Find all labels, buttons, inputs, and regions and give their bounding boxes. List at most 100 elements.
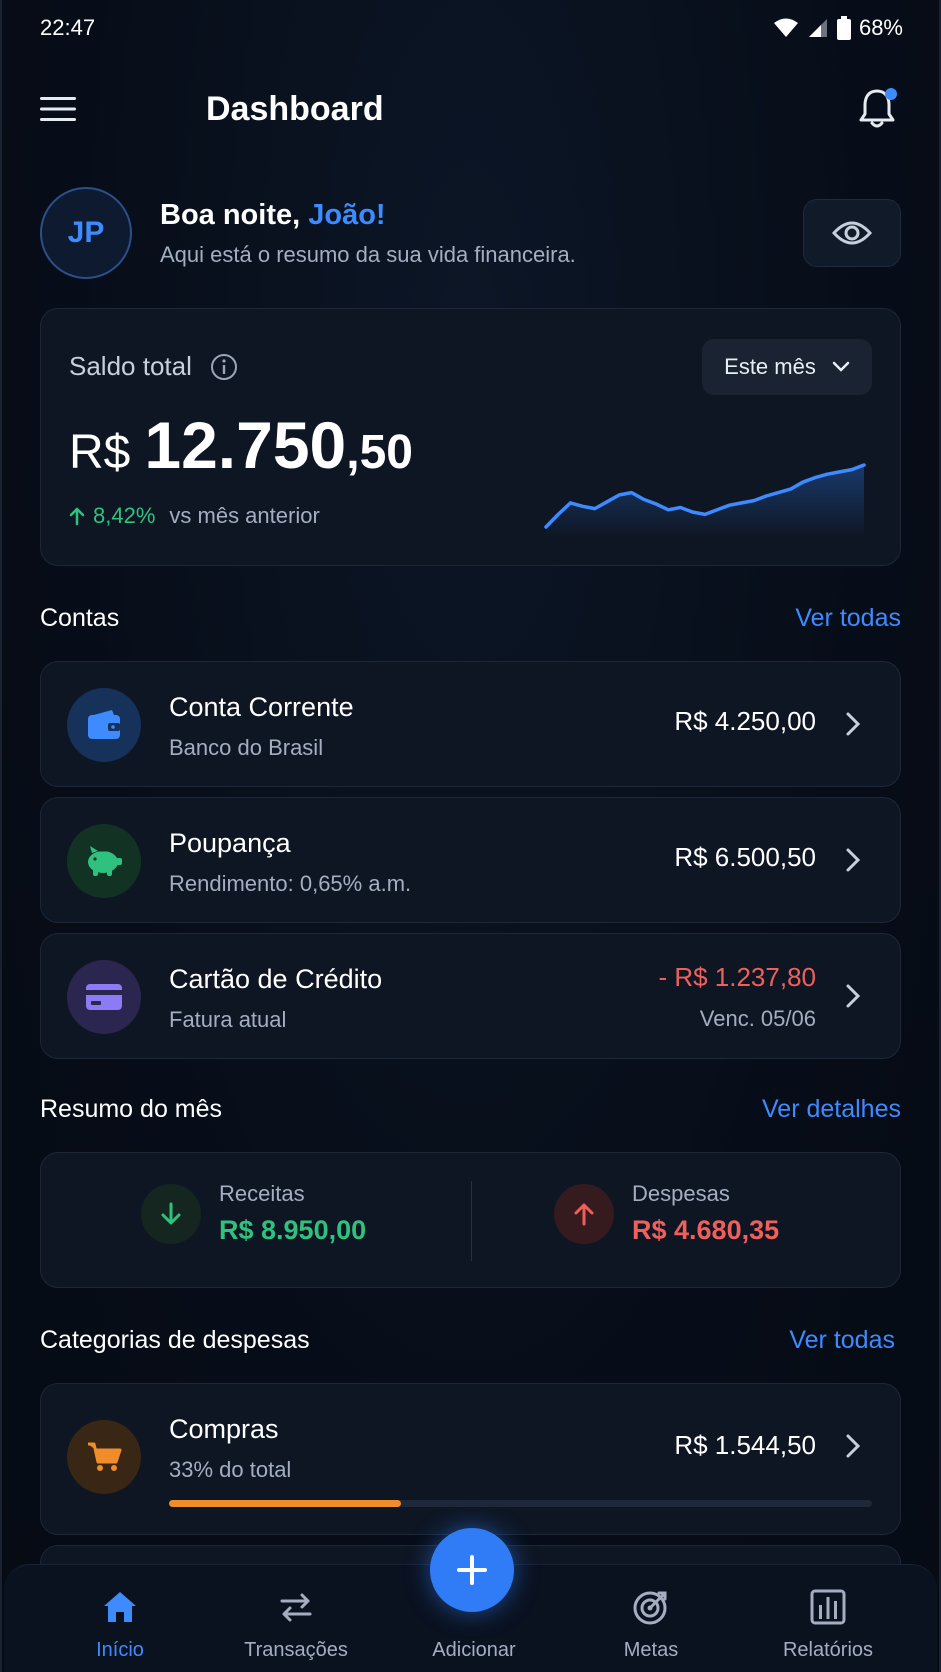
category-share: 33% do total [169, 1457, 292, 1482]
balance-currency: R$ [69, 426, 131, 479]
expense-text: Despesas R$ 4.680,35 [632, 1181, 779, 1246]
battery-icon [836, 16, 851, 40]
page-title: Dashboard [206, 89, 384, 128]
toggle-visibility-button[interactable] [803, 199, 901, 267]
summary-header: Resumo do mês Ver detalhes [40, 1095, 901, 1124]
account-name: Conta Corrente [169, 692, 354, 722]
category-value: R$ 1.544,50 [674, 1430, 816, 1460]
nav-item-home[interactable]: Início [40, 1587, 200, 1662]
wallet-icon [67, 688, 141, 762]
signal-icon [808, 19, 827, 37]
expense-label: Despesas [632, 1181, 730, 1206]
greeting-section: JP Boa noite, João! Aqui está o resumo d… [40, 186, 901, 280]
menu-icon[interactable] [40, 80, 98, 138]
target-icon [633, 1591, 667, 1625]
greeting-name: João! [308, 198, 386, 231]
period-label: Este mês [724, 354, 816, 379]
piggy-bank-icon [67, 824, 141, 898]
arrow-up-icon [69, 507, 85, 526]
income-label: Receitas [219, 1181, 305, 1206]
balance-amount: R$ 12.750 ,50 [69, 407, 413, 483]
avatar[interactable]: JP [40, 187, 132, 279]
summary-details-link[interactable]: Ver detalhes [762, 1095, 901, 1124]
account-due-date: Venc. 05/06 [699, 1006, 816, 1031]
month-summary-card: Receitas R$ 8.950,00 Despesas R$ 4.680,3… [40, 1152, 901, 1288]
account-subtitle: Fatura atual [169, 1007, 287, 1032]
nav-item-reports[interactable]: Relatórios [748, 1587, 908, 1662]
arrow-up-icon [554, 1183, 614, 1244]
account-row-savings[interactable]: Poupança Rendimento: 0,65% a.m. R$ 6.500… [40, 797, 901, 923]
account-name: Cartão de Crédito [169, 964, 383, 994]
nav-label-goals: Metas [623, 1639, 679, 1661]
category-row-shopping[interactable]: Compras 33% do total R$ 1.544,50 [40, 1383, 901, 1535]
greeting-hello: Boa noite, [160, 198, 309, 231]
categories-header: Categorias de despesas Ver todas [40, 1326, 895, 1355]
change-percent-wrap: 8,42% [69, 503, 155, 529]
chevron-right-icon [846, 712, 861, 736]
balance-label: Saldo total [69, 351, 192, 381]
home-icon [104, 1592, 136, 1622]
status-icons: 68% [773, 15, 903, 41]
account-row-checking[interactable]: Conta Corrente Banco do Brasil R$ 4.250,… [40, 661, 901, 787]
chevron-right-icon [846, 848, 861, 872]
chevron-down-icon [832, 361, 850, 372]
chevron-right-icon [846, 984, 861, 1008]
greeting-line: Boa noite, João! [160, 199, 576, 232]
nav-label-reports: Relatórios [782, 1639, 874, 1661]
nav-label-transactions: Transações [244, 1639, 348, 1661]
info-icon[interactable] [210, 353, 238, 381]
credit-card-icon [67, 960, 141, 1034]
accounts-header: Contas Ver todas [40, 604, 901, 633]
income-text: Receitas R$ 8.950,00 [219, 1181, 366, 1246]
greeting-subtitle: Aqui está o resumo da sua vida financeir… [160, 241, 576, 267]
wifi-icon [773, 18, 798, 37]
expense-value: R$ 4.680,35 [632, 1215, 780, 1245]
status-time: 22:47 [40, 15, 96, 40]
summary-title: Resumo do mês [40, 1095, 223, 1123]
app-bar: Dashboard [40, 78, 901, 140]
nav-label-add: Adicionar [432, 1639, 516, 1661]
change-label: vs mês anterior [169, 503, 320, 528]
account-subtitle: Rendimento: 0,65% a.m. [169, 871, 412, 896]
period-select[interactable]: Este mês [702, 339, 872, 395]
account-value: R$ 4.250,00 [674, 706, 816, 736]
category-name: Compras [169, 1414, 279, 1444]
account-info: Poupança Rendimento: 0,65% a.m. [169, 828, 411, 897]
nav-label-home: Início [96, 1639, 144, 1661]
notification-bell-icon[interactable] [853, 85, 901, 133]
chevron-right-icon [846, 1434, 861, 1458]
bar-chart-icon [810, 1589, 846, 1625]
app-screen: 22:47 68% Dashboard JP Boa noite, João! … [0, 0, 941, 1672]
category-info: Compras 33% do total [169, 1414, 291, 1483]
expense-summary[interactable]: Despesas R$ 4.680,35 [554, 1181, 779, 1246]
nav-item-transactions[interactable]: Transações [216, 1587, 376, 1662]
income-summary[interactable]: Receitas R$ 8.950,00 [141, 1181, 366, 1246]
status-bar: 22:47 68% [40, 12, 903, 44]
balance-change: 8,42% vs mês anterior [69, 503, 320, 529]
accounts-view-all-link[interactable]: Ver todas [795, 604, 901, 633]
category-progress-fill [169, 1500, 401, 1507]
balance-decimal: ,50 [346, 426, 413, 479]
balance-card: Saldo total Este mês R$ 12.750 ,50 8,42%… [40, 308, 901, 566]
account-row-credit-card[interactable]: Cartão de Crédito Fatura atual - R$ 1.23… [40, 933, 901, 1059]
accounts-title: Contas [40, 604, 120, 632]
categories-title: Categorias de despesas [40, 1326, 310, 1354]
account-info: Conta Corrente Banco do Brasil [169, 692, 354, 761]
account-info: Cartão de Crédito Fatura atual [169, 964, 382, 1033]
category-progress-track [169, 1500, 872, 1507]
plus-icon [457, 1555, 487, 1585]
balance-integer: 12.750 [144, 408, 347, 482]
balance-sparkline [544, 463, 866, 537]
account-value: - R$ 1.237,80 [658, 962, 816, 992]
summary-divider [470, 1181, 472, 1261]
shopping-cart-icon [67, 1420, 141, 1494]
categories-view-all-link[interactable]: Ver todas [789, 1326, 895, 1355]
account-name: Poupança [169, 828, 291, 858]
add-button[interactable] [430, 1528, 514, 1612]
arrow-down-icon [141, 1183, 201, 1244]
balance-label-row: Saldo total [69, 351, 238, 382]
swap-arrows-icon [280, 1593, 312, 1622]
nav-item-goals[interactable]: Metas [571, 1587, 731, 1662]
account-value: R$ 6.500,50 [674, 842, 816, 872]
account-subtitle: Banco do Brasil [169, 735, 324, 760]
